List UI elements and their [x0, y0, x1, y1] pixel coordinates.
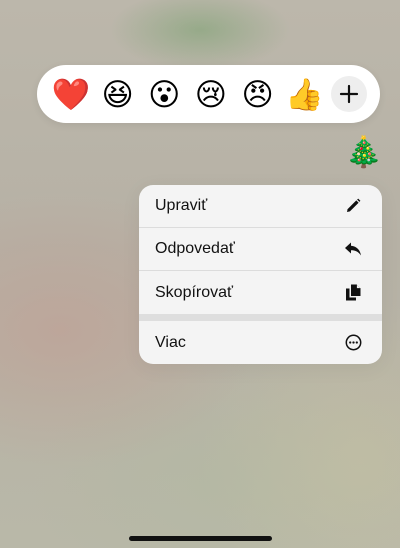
pencil-icon — [344, 197, 362, 215]
menu-item-copy[interactable]: Skopírovať — [139, 271, 382, 314]
reaction-laughing[interactable]: 😆 — [98, 74, 138, 114]
menu-item-label: Skopírovať — [155, 283, 234, 301]
copy-icon — [344, 284, 362, 302]
menu-item-edit[interactable]: Upraviť — [139, 185, 382, 228]
menu-item-more[interactable]: Viac — [139, 321, 382, 364]
reaction-surprised[interactable]: 😮 — [144, 74, 184, 114]
plus-icon — [339, 84, 359, 104]
reaction-crying[interactable]: 😢 — [191, 74, 231, 114]
add-reaction-button[interactable] — [330, 76, 367, 112]
reaction-bar: ❤️ 😆 😮 😢 😠 👍 — [37, 65, 380, 123]
menu-item-label: Viac — [155, 333, 186, 351]
message-bubble-emoji[interactable]: 🎄 — [345, 138, 382, 168]
context-menu: Upraviť Odpovedať Skopírovať Viac — [139, 185, 382, 364]
menu-section-divider — [139, 314, 382, 321]
reaction-red-heart[interactable]: ❤️ — [51, 74, 91, 114]
home-indicator[interactable] — [129, 536, 272, 541]
more-circle-icon — [344, 334, 362, 352]
menu-item-label: Upraviť — [155, 197, 208, 214]
menu-item-reply[interactable]: Odpovedať — [139, 228, 382, 271]
menu-item-label: Odpovedať — [155, 240, 235, 257]
reply-icon — [344, 240, 362, 258]
reaction-thumbs-up[interactable]: 👍 — [284, 74, 324, 114]
reaction-angry[interactable]: 😠 — [238, 74, 278, 114]
